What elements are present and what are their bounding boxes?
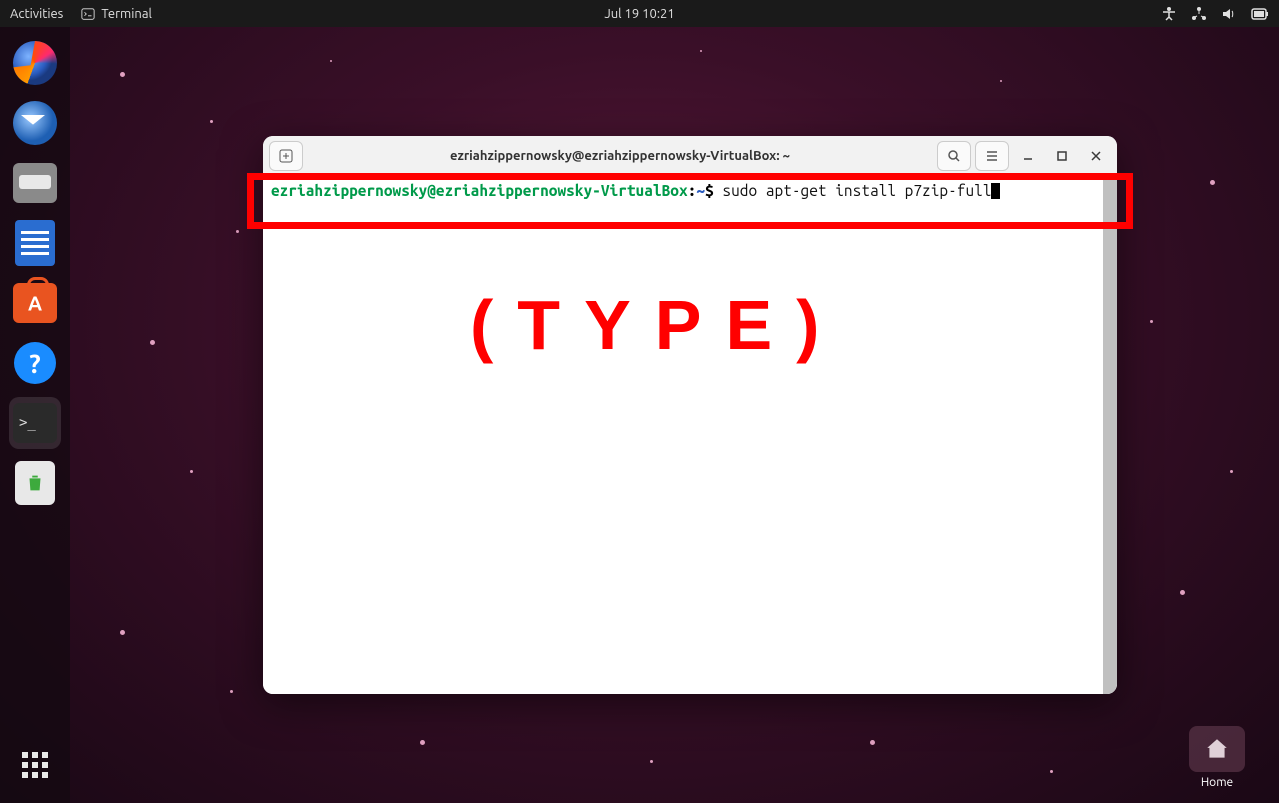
terminal-icon: >_ <box>13 403 57 443</box>
hamburger-icon <box>985 149 999 163</box>
search-button[interactable] <box>937 141 971 171</box>
top-bar: Activities Terminal Jul 19 10:21 <box>0 0 1279 27</box>
terminal-command: sudo apt-get install p7zip-full <box>714 182 992 199</box>
prompt-user-host: ezriahzippernowsky@ezriahzippernowsky-Vi… <box>271 182 688 199</box>
thunderbird-icon <box>13 101 57 145</box>
dock-item-writer[interactable] <box>9 217 61 269</box>
apps-grid-icon <box>22 752 48 778</box>
terminal-body[interactable]: ezriahzippernowsky@ezriahzippernowsky-Vi… <box>263 176 1117 694</box>
terminal-scrollbar[interactable] <box>1103 176 1117 694</box>
plus-tab-icon <box>279 149 293 163</box>
prompt-dollar: $ <box>705 182 714 199</box>
minimize-button[interactable] <box>1013 141 1043 171</box>
dock-item-software[interactable] <box>9 277 61 329</box>
terminal-title: ezriahzippernowsky@ezriahzippernowsky-Vi… <box>307 149 933 163</box>
desktop-folder-label: Home <box>1201 776 1233 789</box>
trash-icon <box>15 461 55 505</box>
close-button[interactable] <box>1081 141 1111 171</box>
new-tab-button[interactable] <box>269 141 303 171</box>
show-applications-button[interactable] <box>9 739 61 791</box>
prompt-path: ~ <box>696 182 705 199</box>
files-icon <box>13 163 57 203</box>
dock-item-terminal[interactable]: >_ <box>9 397 61 449</box>
software-icon <box>13 283 57 323</box>
activities-button[interactable]: Activities <box>10 7 63 21</box>
dock-item-files[interactable] <box>9 157 61 209</box>
minimize-icon <box>1021 149 1035 163</box>
help-icon: ? <box>14 342 56 384</box>
clock[interactable]: Jul 19 10:21 <box>604 7 674 21</box>
network-icon[interactable] <box>1191 6 1207 22</box>
maximize-button[interactable] <box>1047 141 1077 171</box>
dock-item-thunderbird[interactable] <box>9 97 61 149</box>
terminal-titlebar[interactable]: ezriahzippernowsky@ezriahzippernowsky-Vi… <box>263 136 1117 176</box>
terminal-prompt-line: ezriahzippernowsky@ezriahzippernowsky-Vi… <box>271 182 1109 199</box>
writer-icon <box>15 220 55 266</box>
terminal-small-icon <box>81 7 95 21</box>
dock-item-help[interactable]: ? <box>9 337 61 389</box>
search-icon <box>947 149 961 163</box>
accessibility-icon[interactable] <box>1161 6 1177 22</box>
battery-icon[interactable] <box>1251 7 1269 21</box>
firefox-icon <box>13 41 57 85</box>
terminal-cursor <box>991 183 1000 199</box>
dock: ? >_ <box>0 27 70 803</box>
active-app-indicator[interactable]: Terminal <box>81 7 152 21</box>
desktop-folder-home[interactable]: Home <box>1183 726 1251 789</box>
scrollbar-thumb[interactable] <box>1103 176 1117 694</box>
volume-icon[interactable] <box>1221 6 1237 22</box>
dock-item-firefox[interactable] <box>9 37 61 89</box>
close-icon <box>1089 149 1103 163</box>
menu-button[interactable] <box>975 141 1009 171</box>
home-folder-icon <box>1189 726 1245 772</box>
terminal-window: ezriahzippernowsky@ezriahzippernowsky-Vi… <box>263 136 1117 694</box>
dock-item-trash[interactable] <box>9 457 61 509</box>
maximize-icon <box>1055 149 1069 163</box>
active-app-label: Terminal <box>101 7 152 21</box>
